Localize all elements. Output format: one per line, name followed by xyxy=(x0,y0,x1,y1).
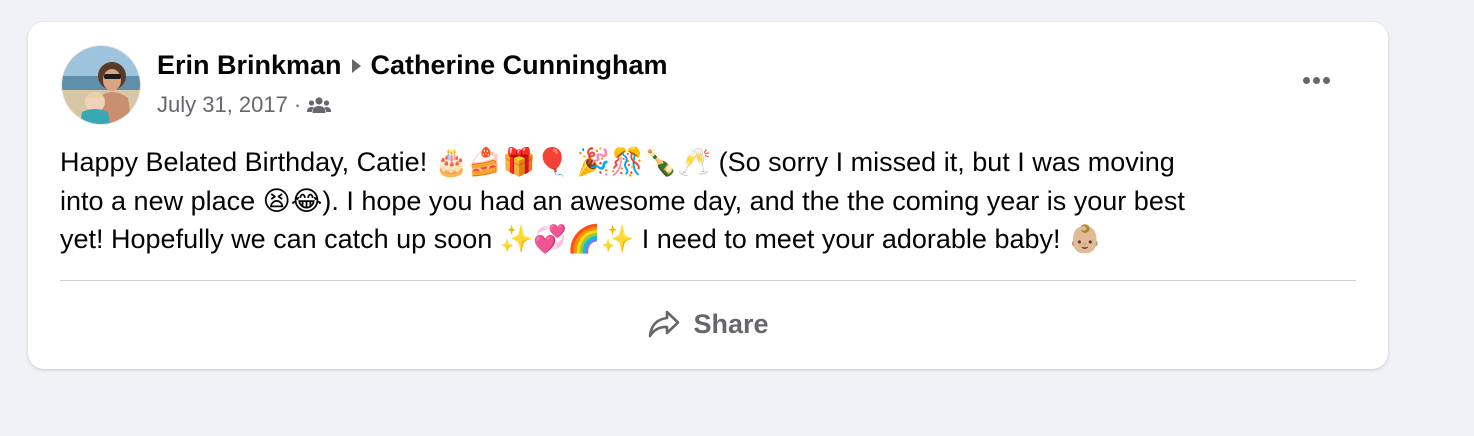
author-name[interactable]: Erin Brinkman xyxy=(157,50,342,81)
share-button[interactable]: Share xyxy=(60,290,1356,358)
recipient-name[interactable]: Catherine Cunningham xyxy=(371,50,668,81)
post-message-line: Happy Belated Birthday, Catie! 🎂🍰🎁🎈 🎉🎊🍾🥂… xyxy=(60,147,1175,177)
share-arrow-icon xyxy=(647,309,681,339)
meta-separator: · xyxy=(293,92,302,117)
post-date[interactable]: July 31, 2017 xyxy=(157,92,288,118)
wall-post-arrow-icon xyxy=(351,58,361,73)
post-header: Erin Brinkman Catherine Cunningham xyxy=(157,50,668,81)
post-card: Erin Brinkman Catherine Cunningham July … xyxy=(28,22,1388,369)
share-label: Share xyxy=(693,308,769,339)
friends-icon[interactable] xyxy=(307,96,332,114)
more-options-icon[interactable] xyxy=(1296,68,1336,92)
post-meta: July 31, 2017 · xyxy=(157,92,332,118)
author-avatar[interactable] xyxy=(61,45,141,125)
avatar-photo xyxy=(62,46,140,124)
post-message-line: into a new place 😫😂). I hope you had an … xyxy=(60,185,1185,216)
post-message: Happy Belated Birthday, Catie! 🎂🍰🎁🎈 🎉🎊🍾🥂… xyxy=(60,143,1360,259)
actions-divider xyxy=(60,280,1356,281)
post-message-line: yet! Hopefully we can catch up soon ✨💞🌈✨… xyxy=(60,224,1102,254)
